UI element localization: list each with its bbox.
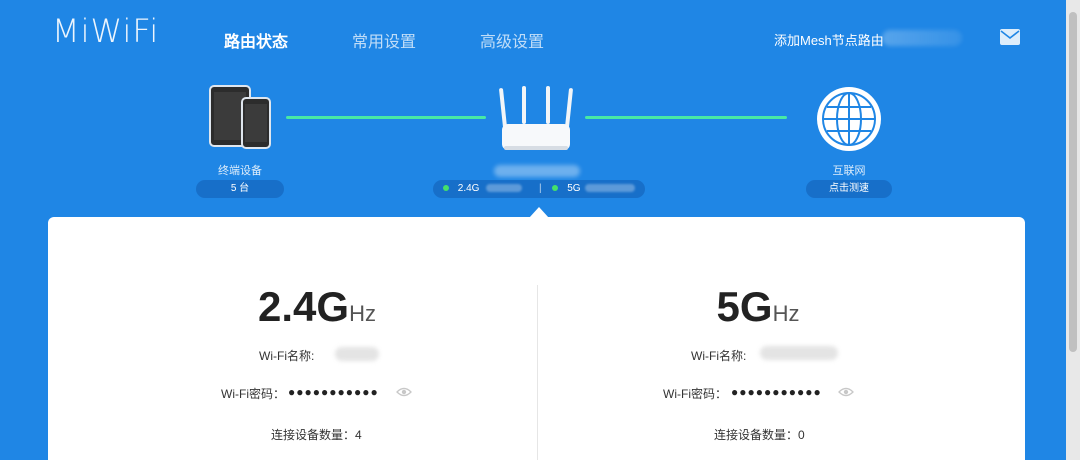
scrollbar-thumb[interactable] <box>1069 12 1077 352</box>
band-24-connected-label: 连接设备数量： <box>271 428 356 442</box>
band-5-wifi-name-redacted <box>760 346 838 360</box>
band-24-status-dot <box>443 185 449 192</box>
router-model-redacted <box>494 165 580 177</box>
band-24-connected-count: 4 <box>355 428 362 442</box>
globe-icon[interactable] <box>815 85 883 153</box>
band-5-connected-count: 0 <box>798 428 805 442</box>
band-24-panel: 2.4GHz Wi-Fi名称: Wi-Fi密码： ●●●●●●●●●●● 连接设… <box>97 217 537 460</box>
devices-label: 终端设备 <box>218 165 262 177</box>
band-24-wifi-pwd-value: ●●●●●●●●●●● <box>288 385 379 399</box>
band-5-title: 5GHz <box>538 283 978 331</box>
band-24-label: 2.4G <box>457 183 480 194</box>
band-5-ssid-redacted <box>585 184 636 193</box>
band-24-freq: 2.4G <box>258 283 350 330</box>
band-24-show-password-icon[interactable] <box>396 387 412 397</box>
band-24-ssid-redacted <box>486 184 523 193</box>
band-5-unit: Hz <box>772 301 800 326</box>
speed-test-button[interactable]: 点击测速 <box>806 180 892 198</box>
band-24-wifi-name-redacted <box>335 347 379 361</box>
vertical-scrollbar[interactable] <box>1066 0 1080 460</box>
router-name-redacted <box>882 30 962 46</box>
band-24-title: 2.4GHz <box>97 283 537 331</box>
tab-router-status[interactable]: 路由状态 <box>224 28 288 52</box>
devices-count-pill[interactable]: 5 台 <box>196 180 284 198</box>
add-mesh-node-link[interactable]: 添加Mesh节点路由 <box>774 30 884 49</box>
internet-label: 互联网 <box>832 165 866 177</box>
miwifi-logo[interactable]: MiWiFi <box>52 12 159 50</box>
band-separator: | <box>539 183 542 194</box>
router-icon[interactable] <box>490 84 582 154</box>
top-bar: MiWiFi 路由状态 常用设置 高级设置 添加Mesh节点路由 <box>0 0 1080 70</box>
band-24-connected-row: 连接设备数量：4 <box>271 426 362 443</box>
band-5-show-password-icon[interactable] <box>838 387 854 397</box>
band-status-pill[interactable]: 2.4G | 5G <box>433 180 645 198</box>
band-5-connected-row: 连接设备数量：0 <box>714 426 805 443</box>
band-5-panel: 5GHz Wi-Fi名称: Wi-Fi密码： ●●●●●●●●●●● 连接设备数… <box>538 217 978 460</box>
link-line-internet <box>585 116 787 119</box>
tab-common-settings[interactable]: 常用设置 <box>352 28 416 52</box>
band-5-freq: 5G <box>716 283 773 330</box>
tab-advanced-settings[interactable]: 高级设置 <box>480 28 544 52</box>
band-5-label: 5G <box>567 183 581 194</box>
band-24-wifi-name-label: Wi-Fi名称: <box>259 349 315 363</box>
band-5-wifi-name-label: Wi-Fi名称: <box>691 349 747 363</box>
band-5-wifi-pwd-label: Wi-Fi密码： <box>663 387 727 401</box>
band-5-status-dot <box>552 185 559 192</box>
band-24-unit: Hz <box>349 301 376 326</box>
band-5-connected-label: 连接设备数量： <box>714 428 799 442</box>
devices-icon[interactable] <box>208 84 272 150</box>
wifi-status-card: 2.4GHz Wi-Fi名称: Wi-Fi密码： ●●●●●●●●●●● 连接设… <box>48 217 1025 460</box>
band-5-wifi-pwd-value: ●●●●●●●●●●● <box>731 385 822 399</box>
mail-icon[interactable] <box>1000 29 1020 45</box>
band-24-wifi-pwd-label: Wi-Fi密码： <box>221 387 285 401</box>
link-line-devices <box>286 116 486 119</box>
